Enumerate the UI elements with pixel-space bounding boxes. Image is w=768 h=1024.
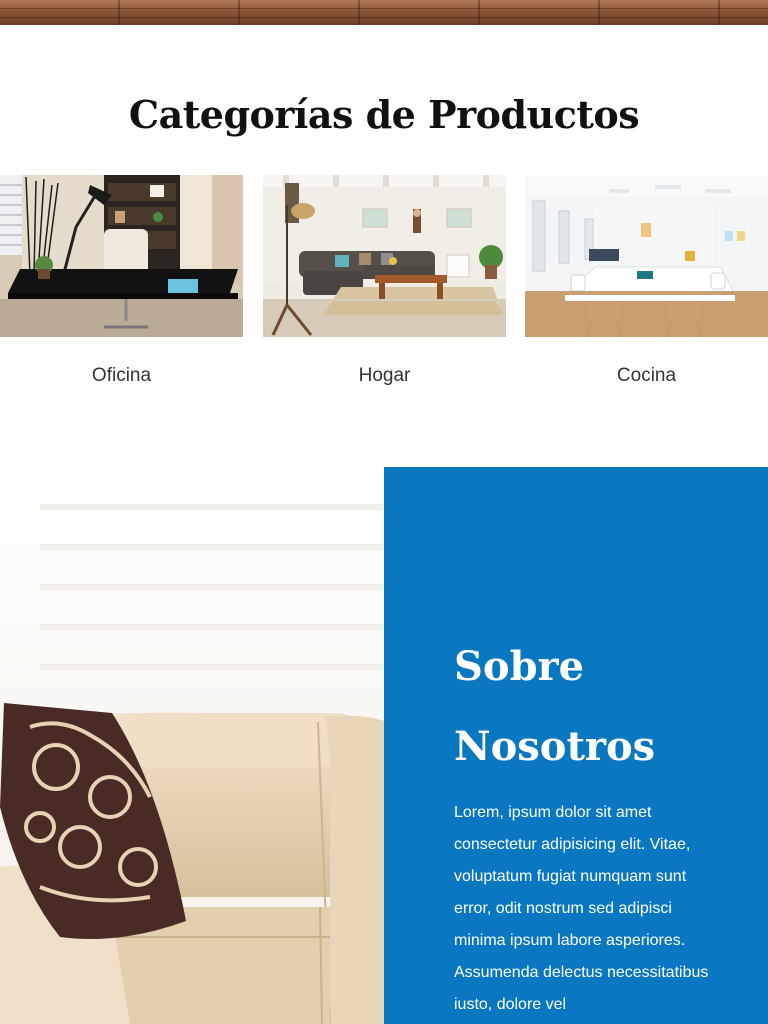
category-label[interactable]: Oficina xyxy=(0,365,243,387)
office-photo[interactable] xyxy=(0,175,243,337)
category-label[interactable]: Cocina xyxy=(525,365,768,387)
sofa-photo xyxy=(0,467,384,1024)
about-title-line-2: Nosotros xyxy=(454,723,656,770)
about-panel: Sobre Nosotros Lorem, ipsum dolor sit am… xyxy=(384,467,768,1024)
categories-title: Categorías de Productos xyxy=(128,92,640,137)
about-title-line-1: Sobre xyxy=(454,643,585,690)
about-title: Sobre Nosotros xyxy=(454,627,734,787)
category-card-home[interactable]: Hogar xyxy=(263,175,506,386)
category-card-office[interactable]: Oficina xyxy=(0,175,243,386)
about-description: Lorem, ipsum dolor sit amet consectetur … xyxy=(454,804,709,1013)
category-card-kitchen[interactable]: Cocina xyxy=(525,175,768,386)
living-room-photo[interactable] xyxy=(263,175,506,337)
category-label[interactable]: Hogar xyxy=(263,365,506,387)
dining-room-photo[interactable] xyxy=(525,175,768,337)
hero-banner-image xyxy=(0,0,768,25)
